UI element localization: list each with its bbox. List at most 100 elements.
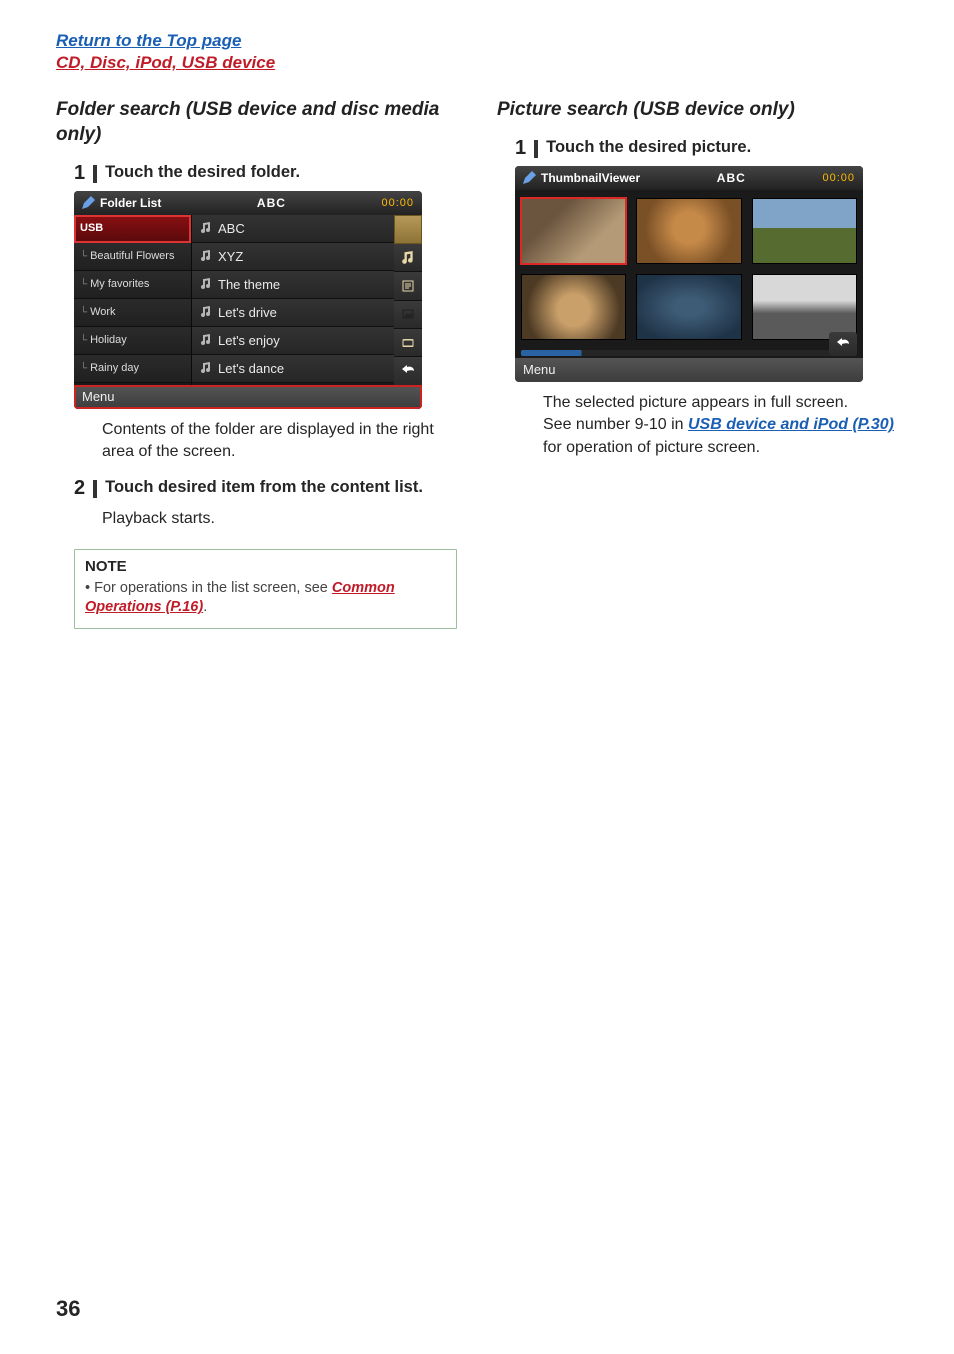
shot-clock: 00:00 — [822, 172, 863, 184]
content-row[interactable]: Let's enjoy — [192, 327, 394, 355]
content-row[interactable]: XYZ — [192, 243, 394, 271]
shot-title: Folder List — [100, 196, 161, 210]
side-buttons — [394, 215, 422, 385]
menu-button[interactable]: Menu — [74, 385, 422, 409]
thumbnail-image — [753, 275, 856, 339]
track-label: XYZ — [218, 249, 243, 264]
usb-ipod-link[interactable]: USB device and iPod (P.30) — [688, 416, 894, 433]
folder-list-body: USB Beautiful Flowers My favorites Work … — [74, 215, 422, 385]
track-label: ABC — [218, 221, 245, 236]
note-title: NOTE — [85, 558, 446, 575]
shot-center-label: ABC — [161, 196, 381, 210]
step-divider — [534, 140, 538, 158]
thumbnail-image — [522, 275, 625, 339]
back-icon[interactable] — [829, 332, 857, 356]
thumbnail[interactable] — [521, 274, 626, 340]
track-label: Let's drive — [218, 305, 277, 320]
right-section-title: Picture search (USB device only) — [497, 98, 898, 123]
left-step-2: 2 Touch desired item from the content li… — [74, 477, 457, 500]
step-number: 2 — [74, 477, 85, 500]
scroll-indicator[interactable] — [521, 350, 857, 356]
step1-description: Contents of the folder are displayed in … — [102, 419, 457, 464]
shot-header: ThumbnailViewer ABC 00:00 — [515, 166, 863, 190]
folder-item[interactable]: Work — [74, 299, 191, 327]
thumbnail-viewer-screenshot: ThumbnailViewer ABC 00:00 — [515, 166, 863, 382]
step-instruction: Touch the desired picture. — [546, 137, 751, 158]
filter-video-icon[interactable] — [394, 329, 422, 357]
scroll-handle[interactable] — [394, 215, 422, 244]
music-note-icon — [200, 334, 212, 346]
note-prefix: • For operations in the list screen, see — [85, 580, 332, 596]
thumbnail[interactable] — [636, 198, 741, 264]
back-icon[interactable] — [394, 357, 422, 384]
step-number: 1 — [74, 162, 85, 185]
folder-item[interactable]: Beautiful Flowers — [74, 243, 191, 271]
page-number: 36 — [56, 1296, 80, 1322]
section-link[interactable]: CD, Disc, iPod, USB device — [56, 52, 898, 74]
left-step-1: 1 Touch the desired folder. — [74, 162, 457, 185]
thumbnail[interactable] — [636, 274, 741, 340]
body-line-2b: for operation of picture screen. — [543, 439, 760, 456]
right-step1-body: The selected picture appears in full scr… — [543, 392, 898, 459]
music-note-icon — [200, 362, 212, 374]
header-links: Return to the Top page CD, Disc, iPod, U… — [56, 30, 898, 74]
pen-icon — [521, 170, 537, 186]
note-box: NOTE • For operations in the list screen… — [74, 549, 457, 629]
thumbnail-row — [521, 198, 857, 264]
thumbnail-image — [522, 199, 625, 263]
step-instruction: Touch desired item from the content list… — [105, 477, 423, 498]
content-list: ABC XYZ The theme Let's drive Let's enjo… — [192, 215, 394, 385]
thumbnail-image — [637, 275, 740, 339]
shot-header: Folder List ABC 00:00 — [74, 191, 422, 215]
folder-item[interactable]: Rainy day — [74, 355, 191, 383]
track-label: Let's enjoy — [218, 333, 280, 348]
menu-button[interactable]: Menu — [515, 358, 863, 382]
left-section-title: Folder search (USB device and disc media… — [56, 98, 457, 147]
body-columns: Folder search (USB device and disc media… — [56, 92, 898, 629]
content-row[interactable]: Let's dance — [192, 355, 394, 383]
content-pane: ABC XYZ The theme Let's drive Let's enjo… — [192, 215, 422, 385]
filter-music-icon[interactable] — [394, 244, 422, 272]
body-line-2a: See number 9-10 in — [543, 416, 688, 433]
content-row[interactable]: ABC — [192, 215, 394, 243]
filter-text-icon[interactable] — [394, 272, 422, 300]
track-label: Let's dance — [218, 361, 284, 376]
page: Return to the Top page CD, Disc, iPod, U… — [0, 0, 954, 1354]
filter-picture-icon[interactable] — [394, 301, 422, 329]
thumbnail[interactable] — [521, 198, 626, 264]
folder-list-screenshot: Folder List ABC 00:00 USB Beautiful Flow… — [74, 191, 422, 409]
thumbnail-row — [521, 274, 857, 340]
music-note-icon — [200, 250, 212, 262]
shot-center-label: ABC — [640, 171, 822, 185]
folder-pane: USB Beautiful Flowers My favorites Work … — [74, 215, 192, 385]
thumbnail-image — [637, 199, 740, 263]
track-label: The theme — [218, 277, 280, 292]
note-suffix: . — [203, 599, 207, 615]
note-body: • For operations in the list screen, see… — [85, 579, 446, 618]
music-note-icon — [200, 306, 212, 318]
step-divider — [93, 165, 97, 183]
right-step-1: 1 Touch the desired picture. — [515, 137, 898, 160]
shot-clock: 00:00 — [381, 197, 422, 209]
pen-icon — [80, 195, 96, 211]
shot-title: ThumbnailViewer — [541, 171, 640, 185]
content-row[interactable]: Let's drive — [192, 299, 394, 327]
thumbnail[interactable] — [752, 274, 857, 340]
right-column: Picture search (USB device only) 1 Touch… — [497, 92, 898, 629]
step-instruction: Touch the desired folder. — [105, 162, 300, 183]
thumbnail-image — [753, 199, 856, 263]
music-note-icon — [200, 278, 212, 290]
top-page-link[interactable]: Return to the Top page — [56, 30, 898, 52]
music-note-icon — [200, 222, 212, 234]
body-line-1: The selected picture appears in full scr… — [543, 394, 848, 411]
step-number: 1 — [515, 137, 526, 160]
left-column: Folder search (USB device and disc media… — [56, 92, 457, 629]
step-divider — [93, 480, 97, 498]
folder-item[interactable]: Holiday — [74, 327, 191, 355]
thumbnail-body — [515, 190, 863, 358]
thumbnail[interactable] — [752, 198, 857, 264]
folder-item[interactable]: My favorites — [74, 271, 191, 299]
content-row[interactable]: The theme — [192, 271, 394, 299]
folder-item-usb[interactable]: USB — [74, 215, 191, 243]
step2-description: Playback starts. — [102, 508, 457, 530]
